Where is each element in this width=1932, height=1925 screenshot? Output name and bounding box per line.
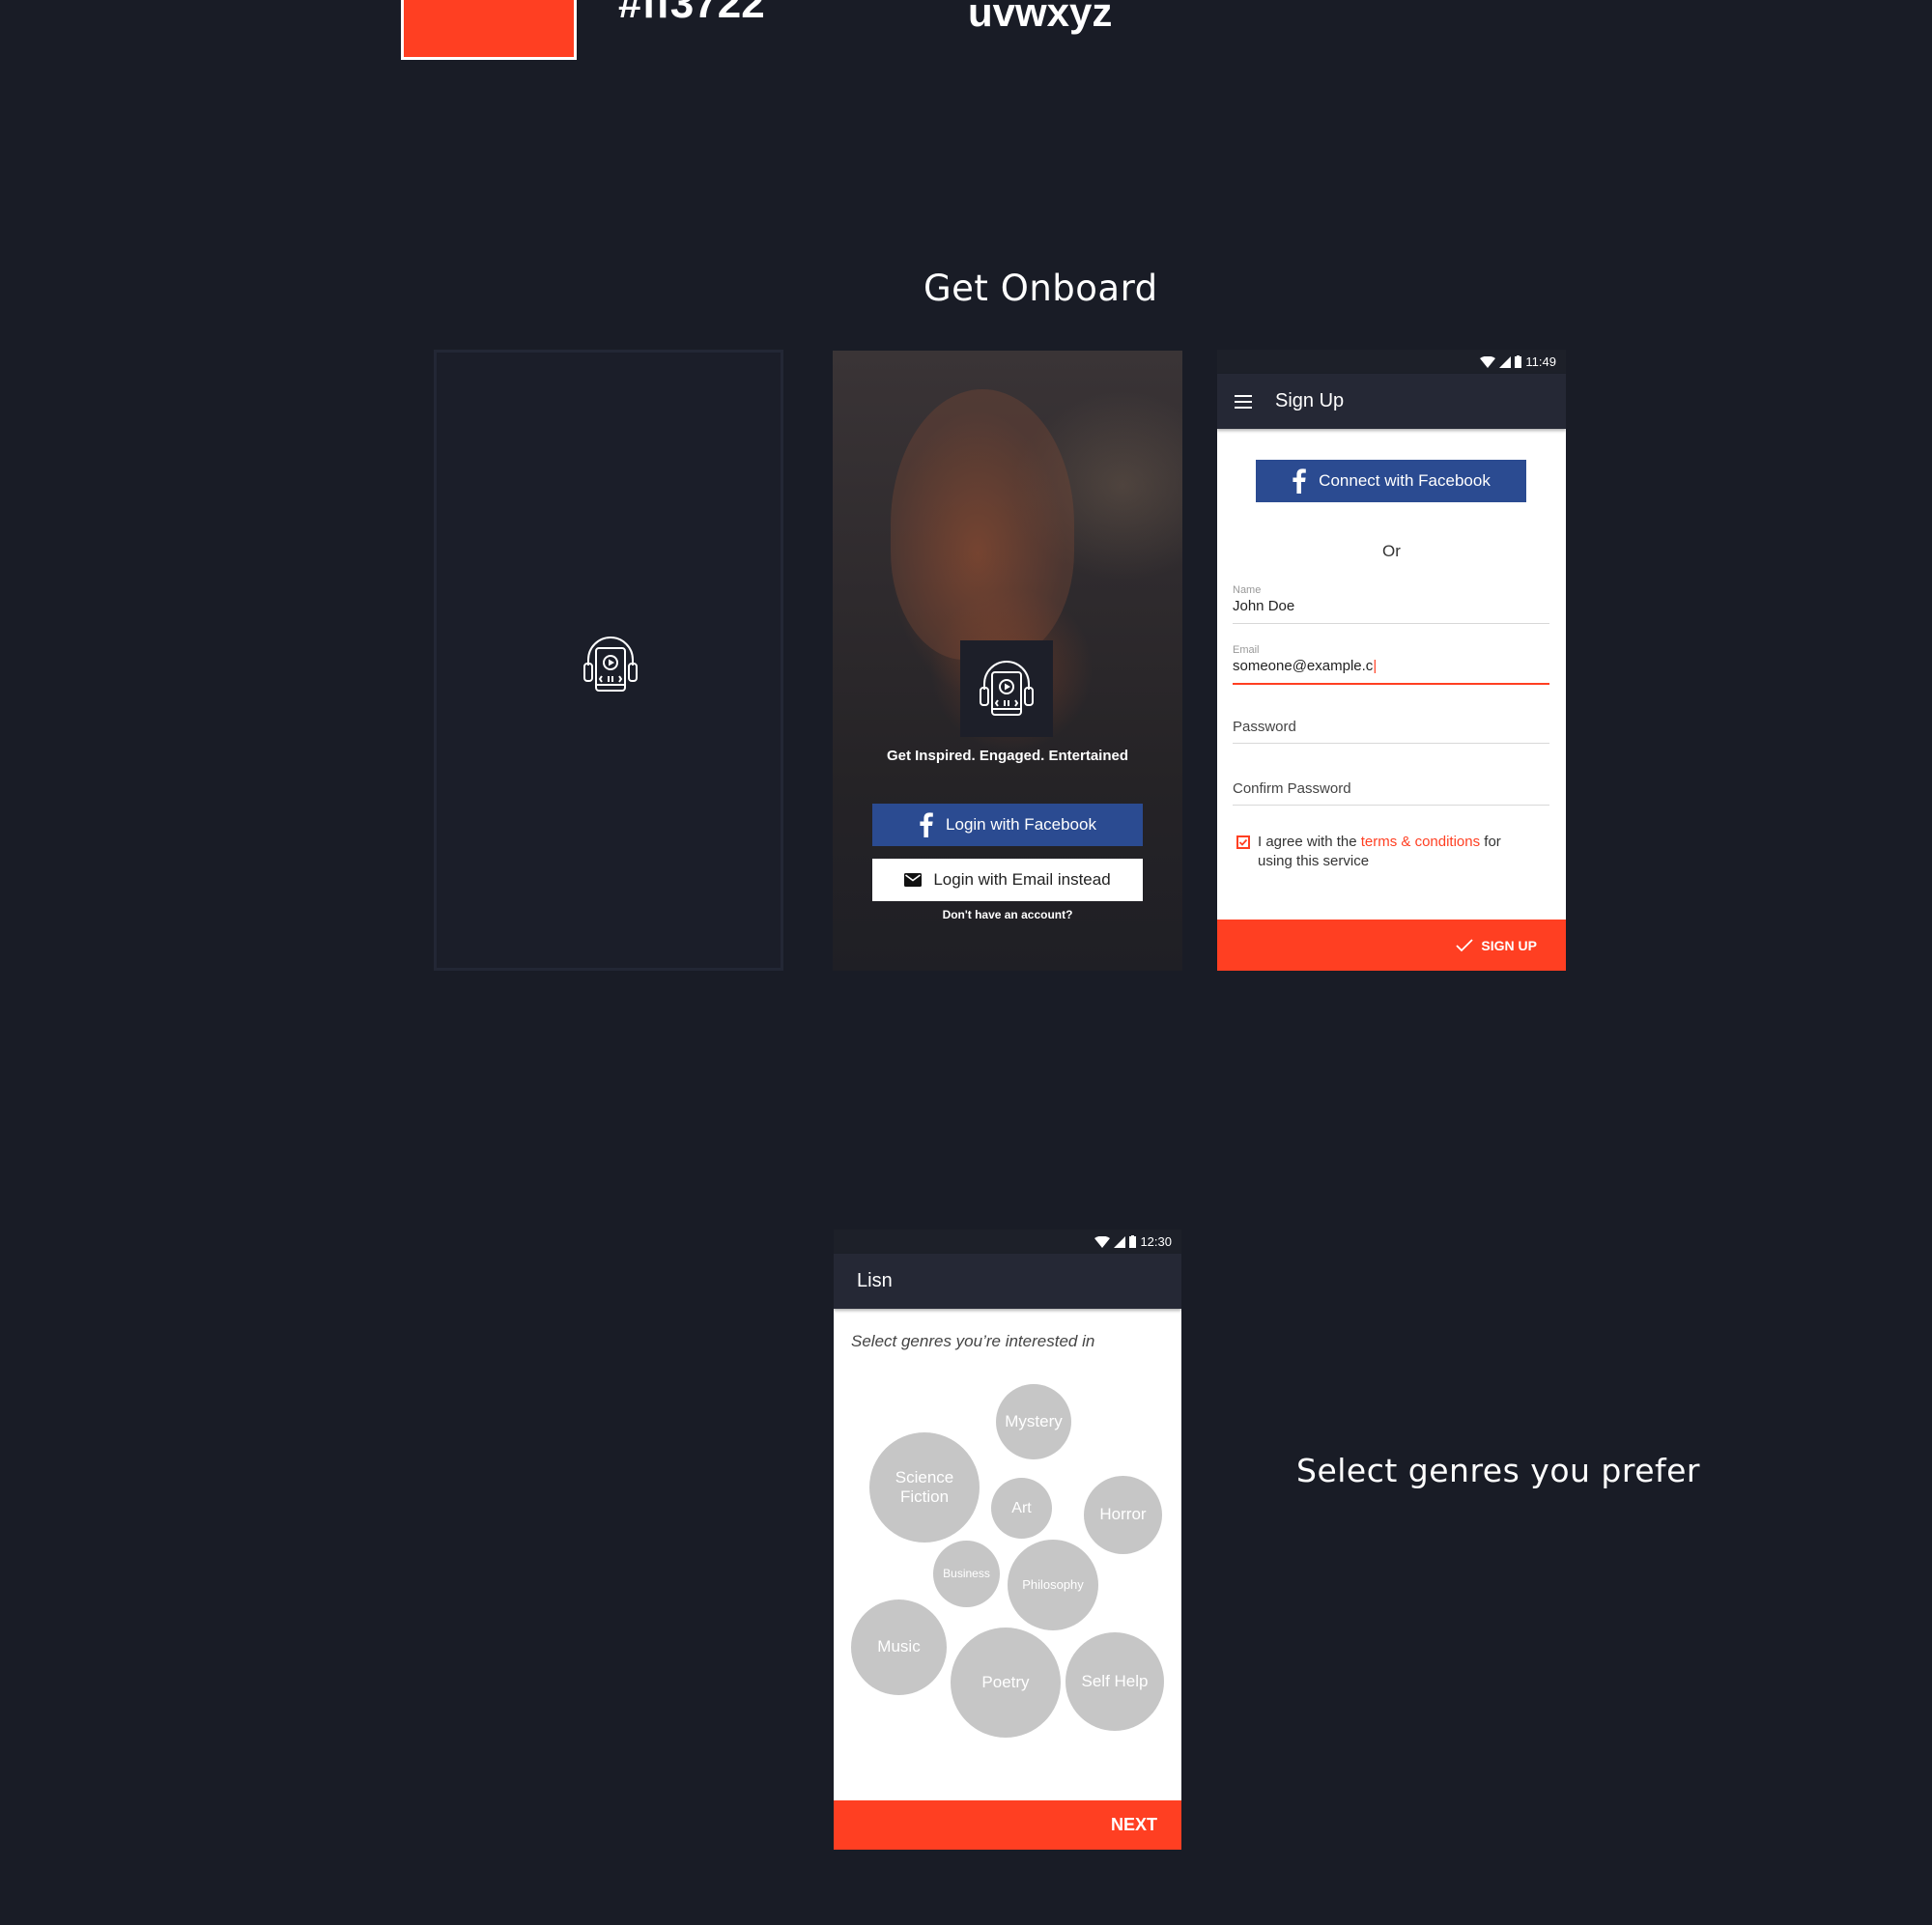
- genre-bubble-self-help[interactable]: Self Help: [1065, 1632, 1164, 1731]
- email-label: Email: [1233, 644, 1260, 656]
- section-title-onboard: Get Onboard: [923, 268, 1158, 309]
- app-title: Lisn: [857, 1270, 893, 1291]
- next-button[interactable]: NEXT: [834, 1800, 1181, 1850]
- genre-bubble-poetry[interactable]: Poetry: [951, 1628, 1061, 1738]
- page-title: Sign Up: [1275, 390, 1345, 411]
- tagline: Get Inspired. Engaged. Entertained: [886, 748, 1129, 764]
- genre-bubble-science-fiction[interactable]: Science Fiction: [869, 1432, 980, 1543]
- mail-icon: [904, 873, 923, 887]
- check-icon: [1238, 838, 1248, 846]
- genre-prompt: Select genres you’re interested in: [851, 1332, 1095, 1350]
- color-swatch: [401, 0, 577, 60]
- genre-bubble-music[interactable]: Music: [851, 1599, 947, 1695]
- app-bar: Sign Up: [1217, 374, 1566, 429]
- or-divider: Or: [1382, 542, 1401, 560]
- app-logo-icon: [980, 661, 1034, 716]
- signup-button[interactable]: SIGN UP: [1217, 920, 1566, 971]
- connect-facebook-label: Connect with Facebook: [1319, 471, 1491, 490]
- login-facebook-label: Login with Facebook: [946, 815, 1096, 834]
- facebook-icon: [1293, 468, 1306, 494]
- signal-icon: [1114, 1235, 1126, 1248]
- password-field[interactable]: Password: [1233, 719, 1549, 744]
- check-icon: [1456, 938, 1474, 951]
- logo-box: [960, 640, 1053, 737]
- status-bar: 12:30: [834, 1230, 1181, 1254]
- splash-screen: [434, 350, 783, 971]
- terms-link[interactable]: terms & conditions: [1361, 834, 1480, 850]
- name-label: Name: [1233, 584, 1262, 596]
- login-email-label: Login with Email instead: [933, 870, 1111, 889]
- login-email-button[interactable]: Login with Email instead: [872, 859, 1143, 901]
- font-alphabet-sample: uvwxyz: [968, 0, 1113, 35]
- status-bar: 11:49: [1217, 350, 1566, 374]
- signup-screen: 11:49 Sign Up Connect with Facebook Or N…: [1217, 350, 1566, 971]
- menu-icon[interactable]: [1235, 394, 1252, 409]
- section-title-genres: Select genres you prefer: [1296, 1452, 1700, 1489]
- confirm-password-field[interactable]: Confirm Password: [1233, 780, 1549, 806]
- signup-button-label: SIGN UP: [1481, 937, 1537, 953]
- background-photo: [891, 389, 1074, 660]
- genre-bubble-business[interactable]: Business: [933, 1541, 1000, 1607]
- email-field[interactable]: Email someone@example.c|: [1233, 644, 1549, 685]
- agreement-text: I agree with the terms & conditions for …: [1258, 834, 1501, 869]
- name-value: John Doe: [1233, 598, 1295, 614]
- name-field[interactable]: Name John Doe: [1233, 584, 1549, 624]
- wifi-icon: [1480, 355, 1496, 368]
- signal-icon: [1499, 355, 1512, 368]
- password-placeholder: Password: [1233, 719, 1296, 735]
- battery-icon: [1129, 1235, 1137, 1248]
- status-time: 12:30: [1140, 1234, 1172, 1249]
- genre-bubble-mystery[interactable]: Mystery: [996, 1384, 1071, 1459]
- genre-bubble-art[interactable]: Art: [991, 1478, 1052, 1539]
- wifi-icon: [1094, 1235, 1111, 1248]
- app-logo-icon: [583, 637, 638, 692]
- battery-icon: [1515, 355, 1522, 368]
- hex-code: #ff3722: [618, 0, 765, 27]
- app-bar: Lisn: [834, 1254, 1181, 1309]
- genre-bubble-philosophy[interactable]: Philosophy: [1008, 1540, 1098, 1630]
- genre-bubble-horror[interactable]: Horror: [1084, 1476, 1162, 1554]
- confirm-password-placeholder: Confirm Password: [1233, 780, 1351, 797]
- facebook-icon: [920, 812, 933, 837]
- checkbox-icon[interactable]: [1236, 835, 1250, 849]
- email-value: someone@example.c|: [1233, 658, 1378, 674]
- status-time: 11:49: [1525, 354, 1556, 369]
- login-screen: Get Inspired. Engaged. Entertained Login…: [833, 351, 1182, 971]
- connect-facebook-button[interactable]: Connect with Facebook: [1256, 460, 1526, 502]
- login-facebook-button[interactable]: Login with Facebook: [872, 804, 1143, 846]
- genres-screen: 12:30 Lisn Select genres you’re interest…: [834, 1230, 1181, 1850]
- signup-link[interactable]: Don't have an account?: [833, 908, 1182, 921]
